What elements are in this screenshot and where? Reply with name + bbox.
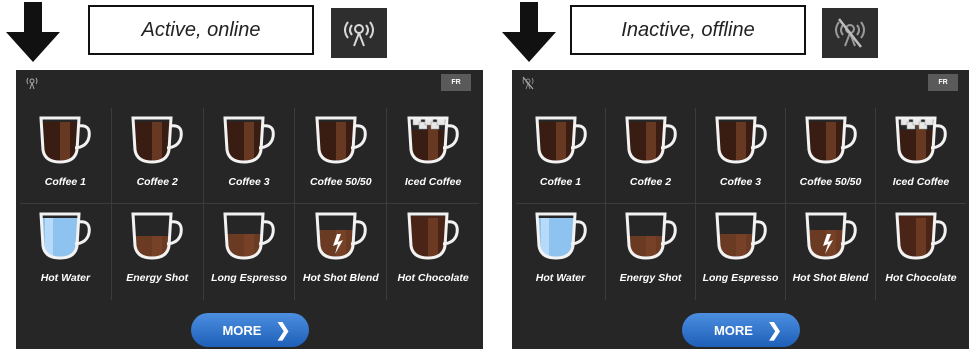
drink-label: Hot Shot Blend [792,272,869,284]
status-caption: Active, online [88,5,314,55]
coffee-cup-icon [315,116,367,164]
drink-grid: Coffee 1 Coffee 2 Coffee 3 Coffee 50/50 … [516,108,966,300]
drink-label: Energy Shot [126,272,189,284]
drink-label: Energy Shot [619,272,682,284]
drink-label: Coffee 3 [719,176,762,188]
drink-tile[interactable]: Hot Shot Blend [786,204,876,300]
coffee-cup-icon [223,212,275,260]
drink-label: Coffee 50/50 [309,176,372,188]
drink-label: Coffee 1 [44,176,87,188]
drink-label: Coffee 1 [539,176,582,188]
chevron-right-icon: ❯ [275,320,291,340]
drink-tile[interactable]: Long Espresso [696,204,786,300]
language-button[interactable]: FR [441,74,471,91]
drink-tile[interactable]: Coffee 3 [696,108,786,204]
drink-label: Long Espresso [702,272,779,284]
panel-online: Active, online FR Coffee 1 Coffee 2 Coff… [0,0,483,349]
drink-label: Coffee 50/50 [799,176,862,188]
down-arrow-icon [502,2,556,62]
drink-tile[interactable]: Hot Shot Blend [295,204,388,300]
down-arrow-icon [6,2,60,62]
drink-tile[interactable]: Coffee 50/50 [786,108,876,204]
machine-screen: FR Coffee 1 Coffee 2 Coffee 3 Coffee 50/… [16,70,483,349]
coffee-cup-icon [534,116,587,164]
drink-tile[interactable]: Hot Chocolate [876,204,966,300]
drink-tile[interactable]: Coffee 2 [111,108,204,204]
drink-tile[interactable]: Coffee 3 [203,108,296,204]
drink-tile[interactable]: Energy Shot [112,204,204,300]
drink-tile[interactable]: Coffee 1 [516,108,606,204]
drink-label: Coffee 2 [136,176,178,188]
drink-tile[interactable]: Hot Water [516,204,606,300]
antenna-signal-icon [331,8,387,58]
coffee-cup-icon [39,116,92,164]
coffee-cup-icon [223,116,275,164]
status-caption: Inactive, offline [570,5,806,55]
chevron-right-icon: ❯ [766,320,783,340]
coffee-cup-icon [804,116,857,164]
language-button[interactable]: FR [928,74,958,91]
more-button-label: MORE [713,322,753,338]
drink-label: Hot Water [40,272,91,284]
more-button-label: MORE [222,322,262,338]
coffee-cup-icon [714,212,767,260]
drink-label: Long Espresso [211,272,287,284]
drink-tile[interactable]: Hot Water [20,204,112,300]
drink-label: Hot Shot Blend [302,272,379,284]
drink-tile[interactable]: Coffee 2 [606,108,696,204]
coffee-cup-icon [315,212,367,260]
coffee-cup-icon [804,212,857,260]
chocolate-cup-icon [895,212,947,260]
antenna-off-icon [522,76,534,90]
drink-label: Coffee 2 [629,176,672,188]
machine-screen: FR Coffee 1 Coffee 2 Coffee 3 Coffee 50/… [512,70,969,349]
coffee-cup-icon [624,212,677,260]
coffee-cup-icon [131,116,183,164]
drink-tile[interactable]: Iced Coffee [387,108,479,204]
drink-grid: Coffee 1 Coffee 2 Coffee 3 Coffee 50/50 … [20,108,479,300]
iced-coffee-cup-icon [895,116,947,164]
drink-tile[interactable]: Long Espresso [204,204,296,300]
coffee-cup-icon [624,116,677,164]
drink-tile[interactable]: Energy Shot [606,204,696,300]
drink-label: Hot Chocolate [397,272,469,284]
drink-label: Hot Water [535,272,586,284]
iced-coffee-cup-icon [407,116,459,164]
water-cup-icon [39,212,92,260]
drink-label: Iced Coffee [892,176,950,188]
chocolate-cup-icon [407,212,459,260]
coffee-cup-icon [714,116,767,164]
antenna-off-icon [822,8,878,58]
drink-tile[interactable]: Coffee 50/50 [295,108,388,204]
coffee-cup-icon [131,212,183,260]
drink-label: Iced Coffee [404,176,462,188]
more-button[interactable]: MORE ❯ [682,313,800,347]
panel-offline: Inactive, offline FR Coffee 1 Coffee 2 C… [496,0,969,349]
water-cup-icon [534,212,587,260]
more-button[interactable]: MORE ❯ [190,313,309,347]
drink-tile[interactable]: Iced Coffee [876,108,966,204]
antenna-signal-icon [26,77,38,90]
drink-tile[interactable]: Hot Chocolate [387,204,479,300]
drink-label: Hot Chocolate [885,272,957,284]
drink-label: Coffee 3 [228,176,270,188]
drink-tile[interactable]: Coffee 1 [20,108,112,204]
